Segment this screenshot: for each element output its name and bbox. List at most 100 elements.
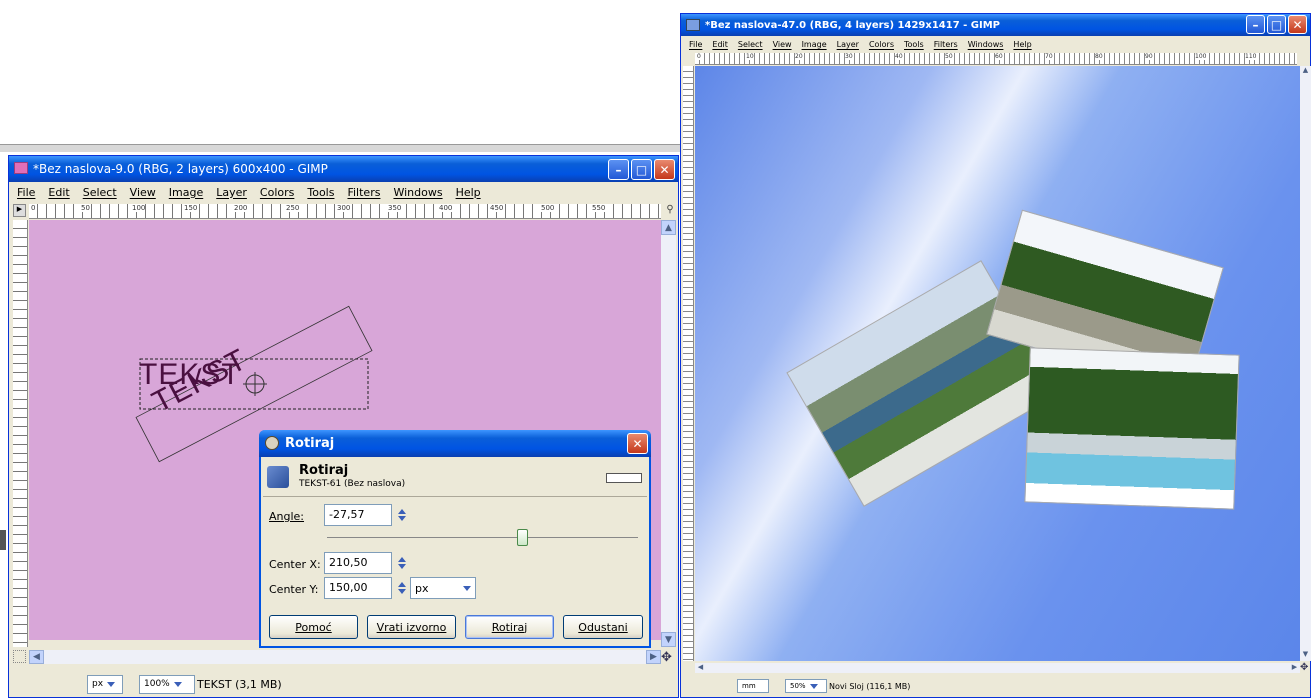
scroll-up-arrow[interactable]: ▲ — [1300, 66, 1311, 77]
scroll-left-arrow[interactable]: ◀ — [695, 663, 706, 673]
ruler-label: 300 — [337, 204, 351, 212]
ruler-label: 50 — [945, 53, 953, 60]
angle-spin-button[interactable] — [395, 504, 409, 526]
rotate-dialog: Rotiraj ✕ Rotiraj TEKST-61 (Bez naslova)… — [259, 430, 651, 648]
unit-select[interactable]: px — [87, 674, 123, 694]
menu-file[interactable]: File — [17, 186, 35, 199]
close-button[interactable]: ✕ — [654, 159, 675, 180]
navigate-icon[interactable]: ✥ — [1300, 662, 1311, 673]
zoom-select[interactable]: 100% — [139, 674, 195, 694]
right-statusbar: mm 50% Novi Sloj (116,1 MB) — [681, 675, 1310, 697]
image-canvas[interactable] — [695, 66, 1300, 661]
photo-layer-pool[interactable] — [1024, 347, 1240, 510]
ruler-label: 400 — [439, 204, 453, 212]
horizontal-scrollbar[interactable]: ◀ ▶ — [695, 663, 1300, 673]
right-window-titlebar[interactable]: *Bez naslova-47.0 (RBG, 4 layers) 1429x1… — [681, 14, 1310, 36]
menu-view[interactable]: View — [773, 40, 792, 49]
angle-input[interactable]: -27,57 — [324, 504, 392, 526]
reset-button[interactable]: Vrati izvorno — [367, 615, 456, 639]
help-button[interactable]: Pomoć — [269, 615, 358, 639]
unit-value: mm — [742, 682, 756, 690]
quick-mask-icon[interactable] — [13, 650, 26, 663]
scroll-right-arrow[interactable]: ▶ — [646, 650, 661, 664]
unit-select[interactable]: mm — [737, 679, 769, 693]
minimize-button[interactable]: – — [608, 159, 629, 180]
horizontal-scrollbar[interactable]: ◀ ▶ — [29, 650, 661, 664]
left-window-titlebar[interactable]: *Bez naslova-9.0 (RBG, 2 layers) 600x400… — [9, 156, 678, 182]
right-window-title: *Bez naslova-47.0 (RBG, 4 layers) 1429x1… — [705, 19, 1000, 31]
menu-edit[interactable]: Edit — [712, 40, 728, 49]
scroll-down-arrow[interactable]: ▼ — [1300, 650, 1311, 661]
unit-dropdown[interactable]: px — [410, 577, 476, 599]
menu-view[interactable]: View — [130, 186, 156, 199]
vertical-scrollbar[interactable]: ▲ ▼ — [1300, 66, 1311, 661]
menu-tools[interactable]: Tools — [307, 186, 334, 199]
angle-slider-track[interactable] — [327, 537, 638, 538]
ruler-corner-button[interactable]: ▶ — [13, 204, 26, 217]
scroll-up-arrow[interactable]: ▲ — [661, 220, 676, 235]
scroll-right-arrow[interactable]: ▶ — [1289, 663, 1300, 673]
right-menubar: File Edit Select View Image Layer Colors… — [681, 36, 1310, 52]
status-info: Novi Sloj (116,1 MB) — [829, 681, 911, 691]
menu-select[interactable]: Select — [83, 186, 117, 199]
navigate-icon[interactable]: ✥ — [661, 650, 676, 665]
vertical-ruler — [683, 66, 694, 661]
ruler-label: 10 — [746, 53, 754, 60]
scroll-down-arrow[interactable]: ▼ — [661, 632, 676, 647]
left-statusbar: px 100% TEKST (3,1 MB) — [9, 671, 678, 697]
center-x-label: Center X: — [269, 558, 321, 571]
ruler-label: 70 — [1045, 53, 1053, 60]
ruler-label: 100 — [1195, 53, 1207, 60]
unit-dropdown-value: px — [415, 581, 429, 595]
menu-edit[interactable]: Edit — [48, 186, 69, 199]
ruler-label: 150 — [184, 204, 198, 212]
dialog-separator — [263, 496, 647, 497]
menu-select[interactable]: Select — [738, 40, 763, 49]
menu-help[interactable]: Help — [456, 186, 481, 199]
zoom-value: 50% — [790, 682, 806, 690]
menu-windows[interactable]: Windows — [968, 40, 1004, 49]
menu-windows[interactable]: Windows — [393, 186, 442, 199]
background-window-edge — [0, 530, 6, 550]
menu-help[interactable]: Help — [1013, 40, 1031, 49]
menu-tools[interactable]: Tools — [904, 40, 924, 49]
dialog-preview-toggle[interactable] — [606, 473, 642, 483]
ruler-label: 80 — [1095, 53, 1103, 60]
gimp-logo-icon — [265, 436, 279, 450]
center-y-spin-button[interactable] — [395, 577, 409, 599]
menu-file[interactable]: File — [689, 40, 702, 49]
center-x-spin-button[interactable] — [395, 552, 409, 574]
menu-image[interactable]: Image — [802, 40, 827, 49]
vertical-scrollbar[interactable]: ▲ ▼ — [661, 220, 676, 647]
help-button-label: Pomoć — [295, 620, 332, 634]
maximize-button[interactable]: □ — [1267, 15, 1286, 34]
close-button[interactable]: ✕ — [1288, 15, 1307, 34]
menu-filters[interactable]: Filters — [934, 40, 958, 49]
menu-layer[interactable]: Layer — [216, 186, 247, 199]
center-y-input[interactable]: 150,00 — [324, 577, 392, 599]
center-x-input[interactable]: 210,50 — [324, 552, 392, 574]
rotate-button-label: Rotiraj — [491, 620, 528, 634]
angle-slider-handle[interactable] — [516, 529, 528, 546]
chevron-down-icon — [107, 681, 116, 687]
background-window-strip — [0, 144, 680, 152]
left-window-title: *Bez naslova-9.0 (RBG, 2 layers) 600x400… — [33, 162, 328, 176]
minimize-button[interactable]: – — [1246, 15, 1265, 34]
cancel-button[interactable]: Odustani — [563, 615, 643, 639]
ruler-label: 0 — [31, 204, 36, 212]
menu-image[interactable]: Image — [169, 186, 203, 199]
dialog-close-button[interactable]: ✕ — [627, 433, 648, 454]
scroll-left-arrow[interactable]: ◀ — [29, 650, 44, 664]
rotate-button[interactable]: Rotiraj — [465, 615, 554, 639]
zoom-select[interactable]: 50% — [785, 679, 827, 693]
zoom-icon[interactable]: ⚲ — [663, 204, 677, 219]
rotate-dialog-titlebar[interactable]: Rotiraj ✕ — [259, 430, 651, 457]
ruler-label: 40 — [895, 53, 903, 60]
ruler-label: 50 — [81, 204, 90, 212]
menu-colors[interactable]: Colors — [260, 186, 294, 199]
menu-filters[interactable]: Filters — [347, 186, 380, 199]
maximize-button[interactable]: □ — [631, 159, 652, 180]
ruler-label: 550 — [592, 204, 606, 212]
menu-colors[interactable]: Colors — [869, 40, 894, 49]
menu-layer[interactable]: Layer — [837, 40, 859, 49]
